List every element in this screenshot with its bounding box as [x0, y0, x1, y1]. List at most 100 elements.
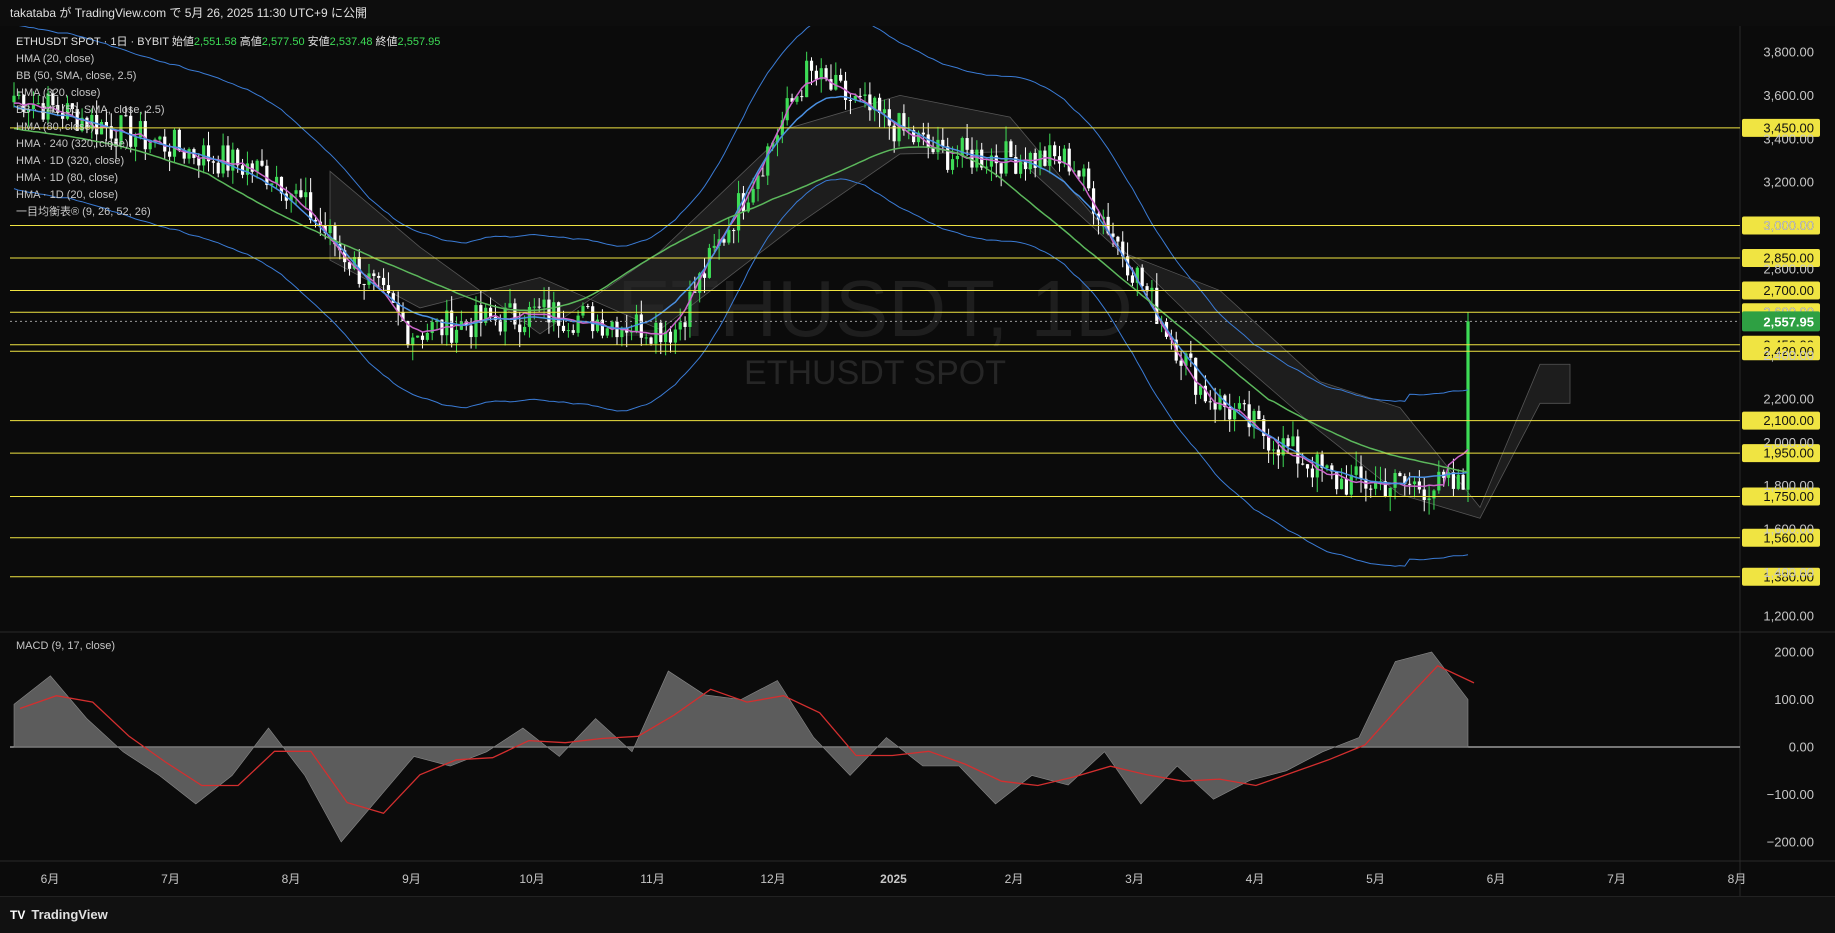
candle-body: [751, 188, 755, 203]
candle-body: [1354, 466, 1358, 475]
candle-body: [1422, 489, 1426, 501]
candle-body: [469, 325, 473, 338]
candle-body: [1432, 490, 1436, 499]
y-tick-label: 2,200.00: [1763, 391, 1814, 406]
candle-body: [994, 155, 998, 164]
candle-body: [362, 283, 366, 285]
footer: TV TradingView: [0, 896, 1835, 933]
x-tick-label: 6月: [1487, 872, 1506, 886]
candle-body: [576, 315, 580, 333]
candle-body: [1048, 145, 1052, 166]
y-tick-label: 3,200.00: [1763, 175, 1814, 190]
candle-body: [1310, 468, 1314, 478]
macd-y-tick-label: 100.00: [1774, 692, 1814, 707]
watermark-sub: ETHUSDT SPOT: [744, 354, 1006, 392]
x-tick-label: 2025: [880, 872, 907, 886]
candle-body: [1461, 474, 1465, 490]
x-tick-label: 4月: [1246, 872, 1265, 886]
indicator-item[interactable]: HMA · 1D (20, close): [16, 187, 440, 204]
indicator-item[interactable]: HMA (80, close): [16, 119, 440, 136]
candle-body: [950, 159, 955, 170]
macd-y-tick-label: 200.00: [1774, 645, 1814, 660]
indicator-item[interactable]: BB · 240 (50, SMA, close, 2.5): [16, 102, 440, 119]
candle-body: [882, 109, 887, 114]
high-label: 高値: [239, 36, 262, 48]
candle-body: [1393, 472, 1397, 488]
ohlc-row: ETHUSDT SPOT · 1日 · BYBIT 始値2,551.58 高値2…: [16, 34, 440, 51]
candle-body: [668, 331, 673, 343]
x-tick-label: 12月: [760, 872, 785, 886]
candle-body: [571, 330, 575, 333]
candle-body: [712, 245, 716, 248]
indicator-item[interactable]: HMA · 240 (320, close): [16, 136, 440, 153]
candle-body: [377, 275, 381, 278]
y-tick-label: 1,800.00: [1763, 478, 1814, 493]
tradingview-logo[interactable]: TV TradingView: [10, 907, 108, 922]
candle-body: [1276, 449, 1280, 456]
candle-body: [839, 74, 843, 81]
candle-body: [1408, 483, 1412, 485]
candle-body: [1296, 436, 1300, 464]
candle-body: [805, 60, 809, 98]
horizontal-level-label: 2,700.00: [1763, 283, 1814, 298]
candle-body: [411, 337, 415, 346]
candle-body: [591, 306, 595, 332]
candle-body: [1291, 436, 1295, 447]
y-tick-label: 2,400.00: [1763, 348, 1814, 363]
candle-body: [508, 303, 512, 308]
candle-body: [1388, 487, 1392, 497]
open-label: 始値: [171, 36, 194, 48]
candle-body: [1339, 478, 1344, 490]
candle-body: [1427, 498, 1431, 501]
candle-body: [605, 328, 609, 336]
candle-body: [518, 324, 522, 333]
y-tick-label: 3,800.00: [1763, 45, 1814, 60]
candle-body: [848, 99, 853, 101]
indicator-item[interactable]: 一目均衡表® (9, 26, 52, 26): [16, 204, 440, 221]
indicator-item[interactable]: HMA (20, close): [16, 51, 440, 68]
candle-body: [975, 149, 979, 168]
candle-body: [936, 139, 940, 153]
open-value: 2,551.58: [193, 36, 237, 48]
candle-body: [1344, 478, 1349, 495]
candle-body: [454, 329, 459, 343]
high-value: 2,577.50: [261, 36, 305, 48]
brand-name: TradingView: [31, 907, 108, 922]
candle-body: [1130, 275, 1135, 283]
candle-body: [532, 306, 536, 308]
candle-body: [1466, 321, 1470, 490]
candle-body: [542, 299, 546, 308]
x-tick-label: 2月: [1005, 872, 1024, 886]
close-value: 2,557.95: [397, 36, 441, 48]
candle-body: [1271, 449, 1276, 451]
candle-body: [644, 337, 648, 339]
candle-body: [1023, 161, 1028, 170]
macd-y-tick-label: −200.00: [1767, 835, 1814, 850]
indicator-item[interactable]: HMA (320, close): [16, 85, 440, 102]
candle-body: [1242, 403, 1246, 405]
candle-body: [1267, 435, 1271, 451]
x-tick-label: 8月: [1728, 872, 1747, 886]
candle-body: [1077, 170, 1081, 177]
candle-body: [1369, 488, 1373, 490]
candle-body: [639, 314, 643, 338]
indicator-item[interactable]: BB (50, SMA, close, 2.5): [16, 68, 440, 85]
chart-frame[interactable]: ETHUSDT, 1D ETHUSDT SPOT 6月 7月 8月 9月 10月 11月 12月…: [0, 26, 1835, 896]
candle-body: [1082, 168, 1086, 177]
candle-body: [727, 230, 731, 243]
candle-body: [416, 335, 420, 338]
macd-y-tick-label: 0.00: [1789, 740, 1814, 755]
candle-body: [1325, 465, 1329, 469]
candle-body: [523, 326, 527, 333]
indicator-item[interactable]: HMA · 1D (80, close): [16, 170, 440, 187]
candle-body: [561, 325, 566, 332]
candle-body: [1019, 161, 1023, 174]
candle-body: [1062, 148, 1066, 164]
macd-legend[interactable]: MACD (9, 17, close): [16, 640, 115, 652]
indicator-item[interactable]: HMA · 1D (320, close): [16, 153, 440, 170]
candle-body: [1451, 472, 1456, 489]
candle-body: [615, 321, 619, 338]
symbol-line[interactable]: ETHUSDT SPOT · 1日 · BYBIT: [16, 36, 169, 48]
candle-body: [372, 273, 376, 276]
candle-body: [1412, 481, 1417, 485]
